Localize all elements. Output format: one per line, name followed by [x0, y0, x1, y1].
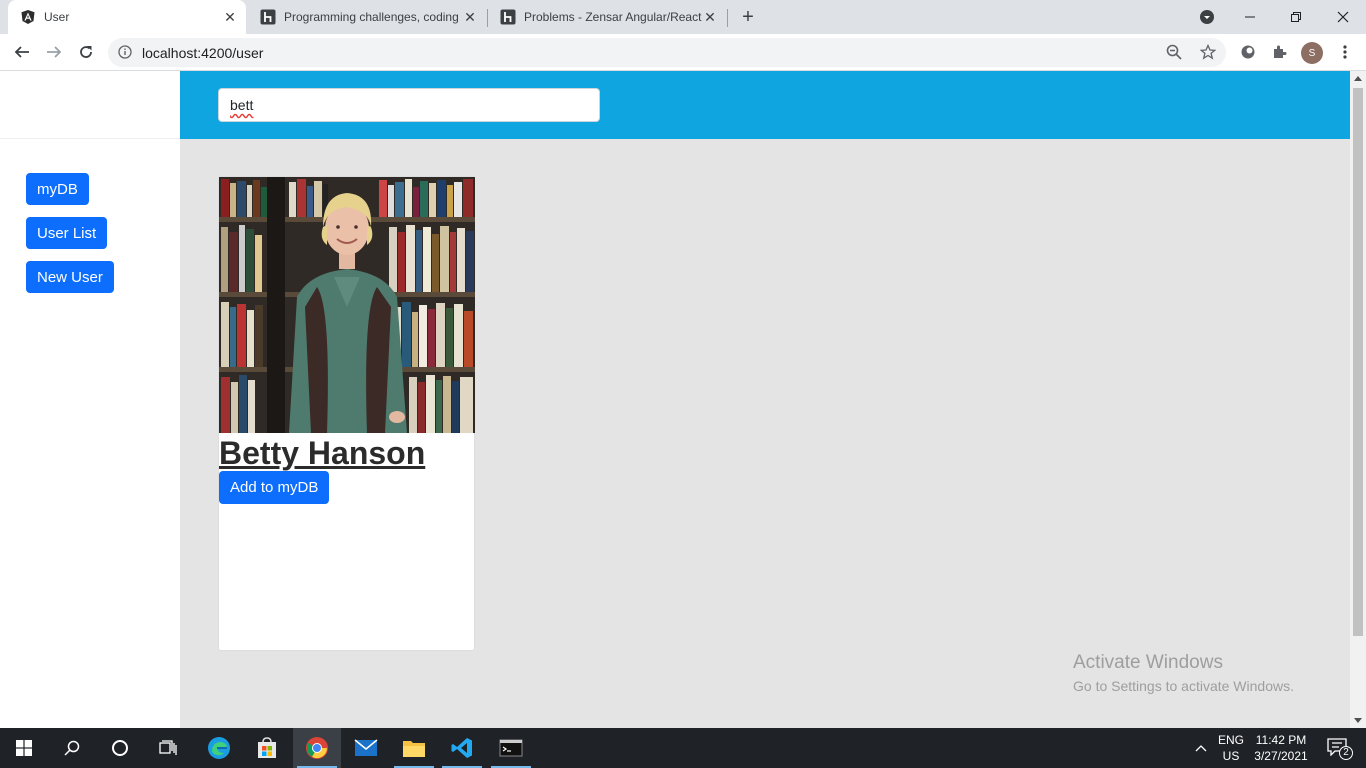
address-bar[interactable]: localhost:4200/user — [108, 38, 1226, 67]
notification-count-badge: 2 — [1339, 746, 1353, 760]
search-input-value: bett — [230, 97, 254, 113]
browser-toolbar: localhost:4200/user S — [0, 34, 1366, 71]
new-user-button[interactable]: New User — [26, 261, 114, 293]
terminal-icon[interactable] — [487, 728, 535, 768]
user-name-link[interactable]: Betty Hanson — [219, 435, 425, 472]
sidebar: myDB User List New User — [0, 71, 180, 728]
hackerrank-icon — [260, 9, 276, 25]
cortana-icon[interactable] — [96, 728, 144, 768]
reload-icon[interactable] — [74, 40, 98, 64]
windows-start-icon[interactable] — [0, 728, 48, 768]
tab-programming-challenges[interactable]: Programming challenges, coding ✕ — [248, 0, 486, 34]
clock[interactable]: 11:42 PM 3/27/2021 — [1250, 728, 1312, 768]
vertical-scrollbar[interactable] — [1350, 71, 1366, 728]
main-content: Betty Hanson Add to myDB — [180, 139, 1350, 728]
mail-icon[interactable] — [342, 728, 390, 768]
task-view-icon[interactable] — [144, 728, 192, 768]
watermark-subtitle: Go to Settings to activate Windows. — [1073, 678, 1294, 694]
close-icon[interactable]: ✕ — [462, 9, 478, 25]
clock-time: 11:42 PM — [1255, 733, 1307, 747]
user-list-button[interactable]: User List — [26, 217, 108, 249]
search-input[interactable]: bett — [218, 88, 600, 122]
region-code: US — [1222, 749, 1240, 763]
menu-kebab-icon[interactable] — [1335, 42, 1355, 62]
info-icon[interactable] — [118, 45, 132, 59]
user-photo — [219, 177, 475, 433]
scrollbar-thumb[interactable] — [1353, 88, 1363, 636]
edge-icon[interactable] — [195, 728, 243, 768]
activate-windows-watermark: Activate Windows Go to Settings to activ… — [1073, 652, 1294, 694]
hackerrank-icon — [500, 9, 516, 25]
bookmark-star-icon[interactable] — [1199, 43, 1217, 65]
language-indicator[interactable]: ENG US — [1214, 728, 1248, 768]
extensions-puzzle-icon[interactable] — [1270, 42, 1290, 62]
show-hidden-icons-chevron-icon[interactable] — [1190, 728, 1212, 768]
profile-avatar[interactable]: S — [1301, 42, 1323, 64]
page-viewport: myDB User List New User bett Betty Hanso… — [0, 71, 1350, 728]
zoom-icon[interactable] — [1166, 44, 1182, 65]
chrome-icon[interactable] — [293, 728, 341, 768]
clock-date: 3/27/2021 — [1254, 749, 1308, 763]
tab-problems[interactable]: Problems - Zensar Angular/React ✕ — [488, 0, 726, 34]
close-icon[interactable]: ✕ — [702, 9, 718, 25]
tab-strip: User ✕ Programming challenges, coding ✕ … — [0, 0, 1366, 34]
microsoft-store-icon[interactable] — [243, 728, 291, 768]
new-tab-plus-icon[interactable]: + — [737, 6, 759, 28]
sidebar-top — [0, 71, 180, 139]
back-arrow-icon[interactable] — [10, 40, 34, 64]
scroll-up-arrow-icon[interactable] — [1354, 75, 1362, 81]
search-icon[interactable] — [48, 728, 96, 768]
watermark-title: Activate Windows — [1073, 652, 1223, 673]
add-to-mydb-button[interactable]: Add to myDB — [219, 471, 330, 504]
minimize-icon[interactable] — [1227, 0, 1273, 34]
restore-icon[interactable] — [1273, 0, 1319, 34]
vscode-icon[interactable] — [438, 728, 486, 768]
forward-arrow-icon[interactable] — [42, 40, 66, 64]
tab-user[interactable]: User ✕ — [8, 0, 246, 34]
tab-title: Programming challenges, coding — [284, 10, 459, 24]
tab-separator — [727, 9, 728, 27]
language-code: ENG — [1217, 733, 1244, 747]
tab-title: Problems - Zensar Angular/React — [524, 10, 702, 24]
close-window-icon[interactable] — [1320, 0, 1366, 34]
mydb-button[interactable]: myDB — [26, 173, 89, 205]
file-explorer-icon[interactable] — [390, 728, 438, 768]
scroll-down-arrow-icon[interactable] — [1354, 718, 1362, 724]
extension-circle-icon[interactable] — [1238, 42, 1258, 62]
url-text: localhost:4200/user — [142, 45, 264, 61]
windows-taskbar: ENG US 11:42 PM 3/27/2021 2 — [0, 728, 1366, 768]
angular-icon — [20, 9, 36, 25]
notification-center-icon[interactable]: 2 — [1318, 728, 1358, 768]
tab-search-chevron-icon[interactable] — [1184, 0, 1230, 34]
tab-title: User — [44, 10, 70, 24]
header-bar: bett — [180, 71, 1350, 139]
user-card: Betty Hanson Add to myDB — [218, 176, 475, 651]
close-icon[interactable]: ✕ — [222, 9, 238, 25]
